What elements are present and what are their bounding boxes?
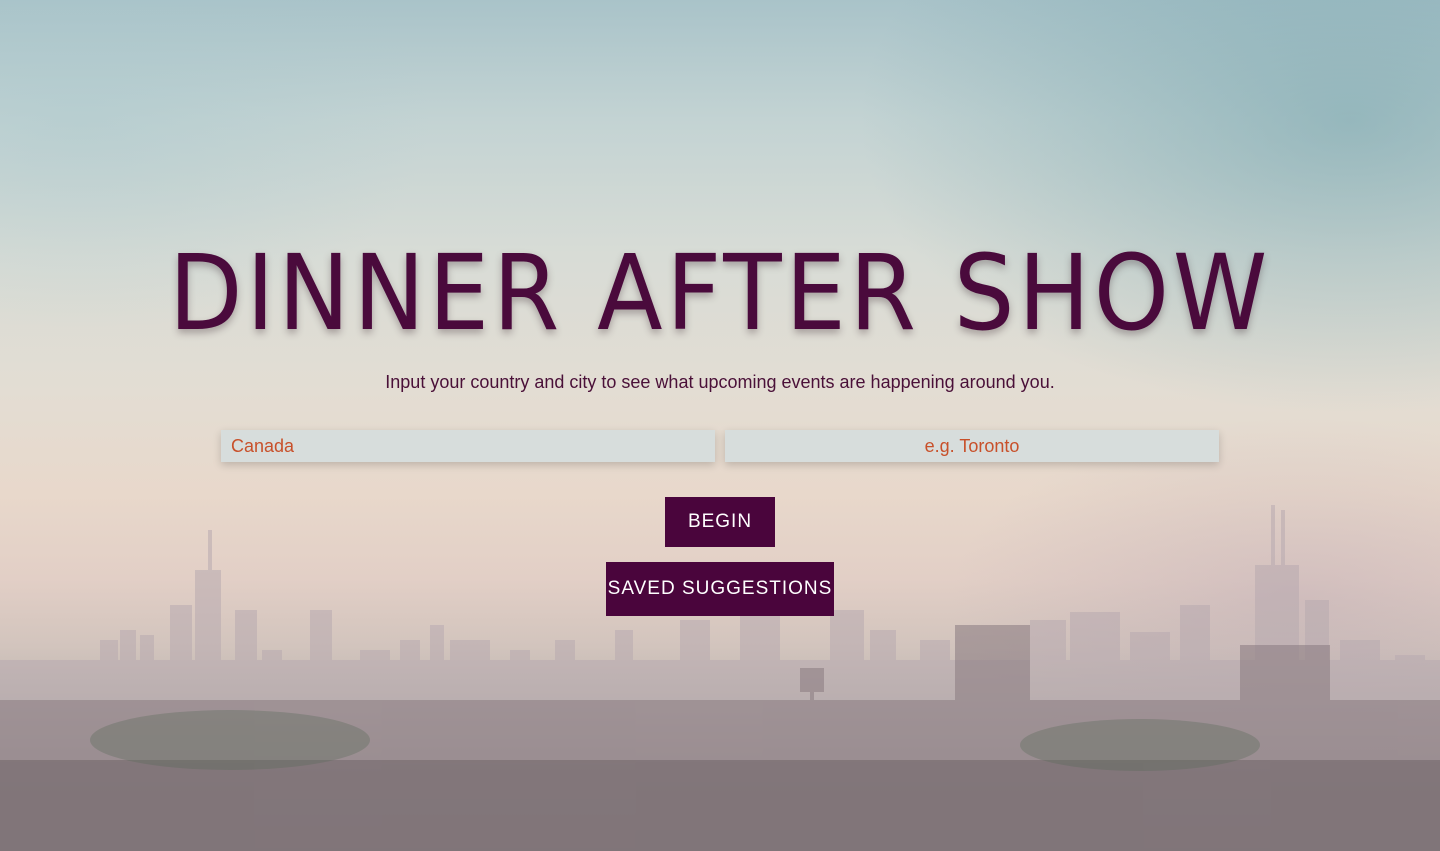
page-subtitle: Input your country and city to see what … xyxy=(385,372,1055,392)
country-input[interactable] xyxy=(221,430,715,462)
hero-section: DINNER AFTER SHOW Input your country and… xyxy=(0,0,1440,851)
city-input[interactable] xyxy=(725,430,1219,462)
page-title: DINNER AFTER SHOW xyxy=(168,232,1272,354)
begin-button[interactable]: BEGIN xyxy=(665,497,775,547)
saved-suggestions-button[interactable]: SAVED SUGGESTIONS xyxy=(606,562,834,616)
